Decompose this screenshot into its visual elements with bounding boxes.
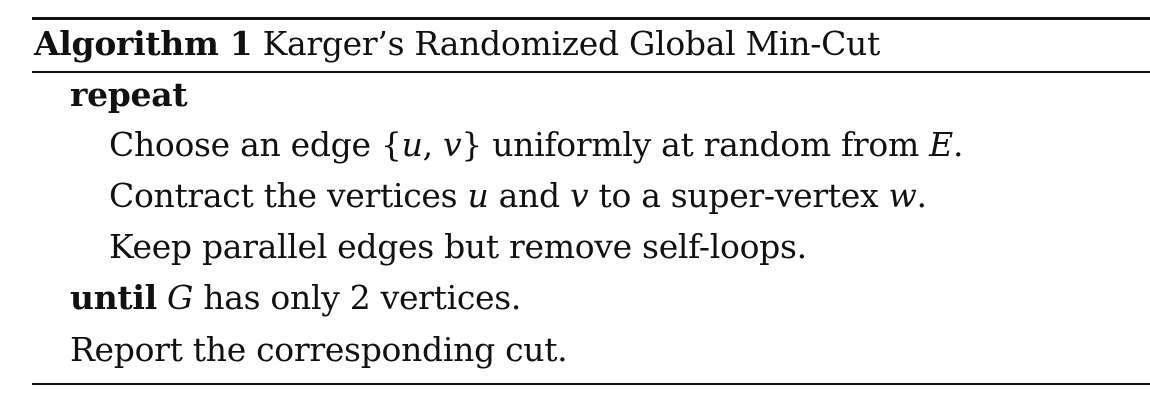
choose-text: Choose an edge xyxy=(109,125,381,164)
bottom-rule xyxy=(32,383,1150,385)
math-w: w xyxy=(888,176,917,215)
contract-text: Contract the vertices xyxy=(109,176,468,215)
brace-close: } xyxy=(461,125,483,164)
repeat-keyword: repeat xyxy=(70,75,188,114)
contract-and: and xyxy=(488,176,570,215)
math-v: v xyxy=(569,176,589,215)
line-repeat: repeat xyxy=(70,75,188,115)
report-text: Report the corresponding cut. xyxy=(70,330,568,369)
caption-rule xyxy=(32,71,1150,73)
math-v: v xyxy=(442,125,462,164)
math-G: G xyxy=(167,278,194,317)
top-rule xyxy=(32,17,1150,20)
line-until: until G has only 2 vertices. xyxy=(70,278,521,318)
line-report: Report the corresponding cut. xyxy=(70,330,568,370)
brace-open: { xyxy=(380,125,402,164)
contract-to: to a super-vertex xyxy=(588,176,889,215)
math-E: E xyxy=(929,125,953,164)
line-keep-parallel: Keep parallel edges but remove self-loop… xyxy=(109,227,807,267)
keep-text: Keep parallel edges but remove self-loop… xyxy=(109,227,807,266)
math-u: u xyxy=(467,176,489,215)
until-keyword: until xyxy=(70,278,157,317)
choose-end: . xyxy=(952,125,964,164)
algorithm-block: Algorithm 1 Karger’s Randomized Global M… xyxy=(32,0,1150,410)
until-text: has only 2 vertices. xyxy=(193,278,522,317)
line-choose-edge: Choose an edge {u, v} uniformly at rando… xyxy=(109,125,963,165)
algorithm-caption: Algorithm 1 Karger’s Randomized Global M… xyxy=(34,24,880,64)
caption-label: Algorithm 1 xyxy=(34,24,253,63)
contract-end: . xyxy=(916,176,927,215)
line-contract: Contract the vertices u and v to a super… xyxy=(109,176,927,216)
caption-title: Karger’s Randomized Global Min-Cut xyxy=(262,24,881,63)
math-u: u xyxy=(401,125,423,164)
math-comma: , xyxy=(422,125,443,164)
choose-mid-text: uniformly at random from xyxy=(482,125,930,164)
